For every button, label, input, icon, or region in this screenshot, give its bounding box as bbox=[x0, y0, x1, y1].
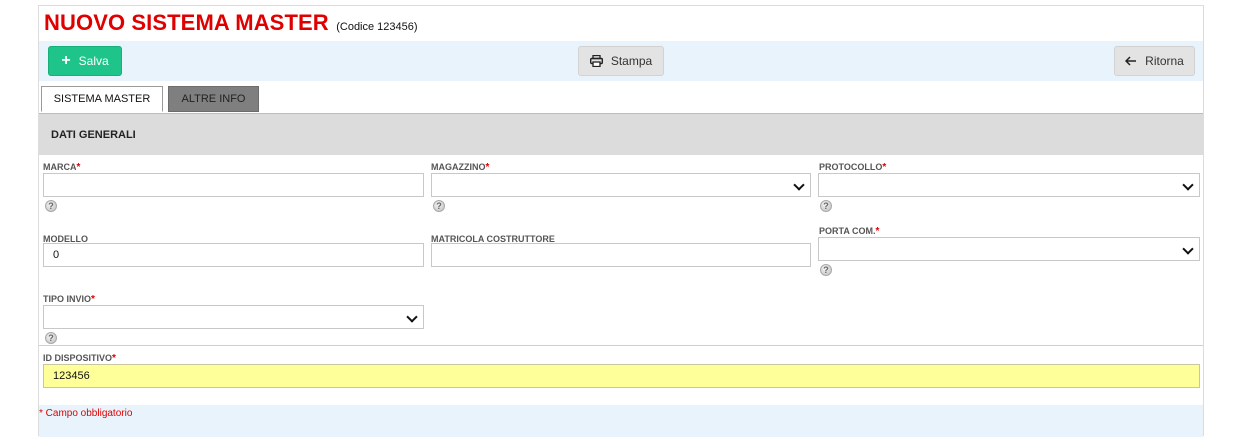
matricola-input[interactable] bbox=[431, 243, 811, 267]
tab-sistema-master[interactable]: SISTEMA MASTER bbox=[41, 86, 163, 112]
help-icon[interactable]: ? bbox=[820, 264, 832, 276]
back-button[interactable]: Ritorna bbox=[1114, 46, 1195, 76]
help-icon[interactable]: ? bbox=[820, 200, 832, 212]
form-panel: NUOVO SISTEMA MASTER (Codice 123456) + S… bbox=[38, 5, 1204, 437]
record-code: (Codice 123456) bbox=[336, 21, 418, 33]
required-footnote: * Campo obbligatorio bbox=[39, 408, 133, 419]
section-header: DATI GENERALI bbox=[39, 113, 1203, 155]
magazzino-label: MAGAZZINO* bbox=[431, 162, 490, 173]
magazzino-select[interactable] bbox=[431, 173, 811, 197]
save-label: Salva bbox=[78, 54, 109, 68]
help-icon[interactable]: ? bbox=[45, 200, 57, 212]
porta-com-label: PORTA COM.* bbox=[819, 226, 880, 237]
printer-icon bbox=[589, 55, 603, 67]
footer-band bbox=[39, 405, 1203, 437]
tipo-invio-select[interactable] bbox=[43, 305, 424, 329]
porta-com-select[interactable] bbox=[818, 237, 1200, 261]
print-label: Stampa bbox=[610, 54, 653, 68]
modello-input[interactable]: 0 bbox=[43, 243, 424, 267]
id-dispositivo-label: ID DISPOSITIVO* bbox=[43, 353, 116, 364]
device-id-section: ID DISPOSITIVO* 123456 bbox=[39, 347, 1203, 407]
page-title: NUOVO SISTEMA MASTER bbox=[44, 10, 329, 35]
help-icon[interactable]: ? bbox=[433, 200, 445, 212]
print-button[interactable]: Stampa bbox=[578, 46, 664, 76]
protocollo-label: PROTOCOLLO* bbox=[819, 162, 887, 173]
back-label: Ritorna bbox=[1145, 54, 1184, 68]
plus-icon: + bbox=[61, 52, 71, 69]
save-button[interactable]: + Salva bbox=[48, 46, 122, 76]
marca-label: MARCA* bbox=[43, 162, 81, 173]
arrow-left-icon bbox=[1125, 56, 1137, 66]
tab-altre-info[interactable]: ALTRE INFO bbox=[168, 86, 259, 112]
page-header: NUOVO SISTEMA MASTER (Codice 123456) bbox=[44, 10, 418, 40]
tipo-invio-label: TIPO INVIO* bbox=[43, 294, 95, 305]
id-dispositivo-input[interactable]: 123456 bbox=[43, 364, 1200, 388]
help-icon[interactable]: ? bbox=[45, 332, 57, 344]
form-grid: MARCA* ? MAGAZZINO* ? PROTOCOLLO* ? MODE… bbox=[39, 155, 1203, 346]
toolbar: + Salva Stampa Ritorna bbox=[39, 41, 1203, 81]
marca-input[interactable] bbox=[43, 173, 424, 197]
section-title: DATI GENERALI bbox=[51, 129, 136, 141]
protocollo-select[interactable] bbox=[818, 173, 1200, 197]
